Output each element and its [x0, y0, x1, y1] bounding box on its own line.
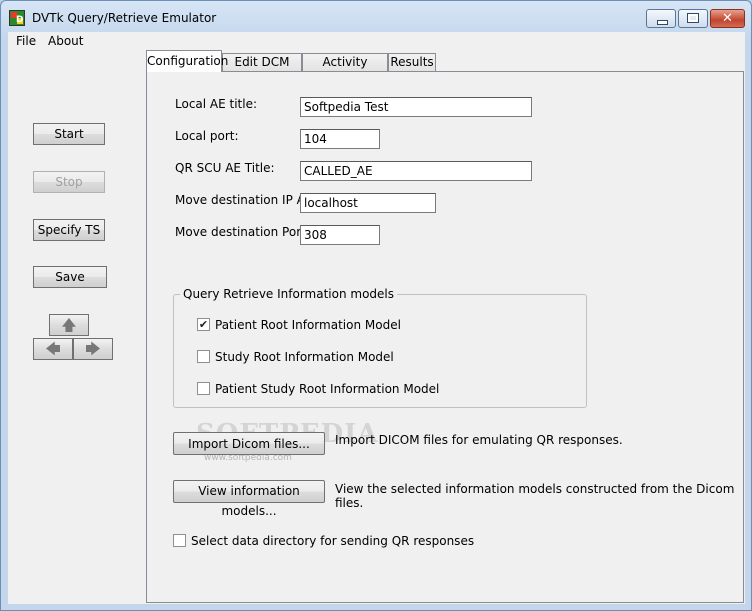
qr-scu-ae-title-input[interactable]: CALLED_AE [300, 161, 532, 181]
move-dest-ip-input[interactable]: localhost [300, 193, 436, 213]
client-area: File About Start Stop Specify TS Save 🡅 … [8, 32, 745, 604]
menu-about[interactable]: About [48, 34, 83, 48]
study-root-checkbox[interactable] [197, 350, 210, 363]
tab-configuration[interactable]: Configuration [146, 50, 228, 72]
window-title: DVTk Query/Retrieve Emulator [32, 11, 217, 25]
arrow-left-icon: 🡄 [45, 340, 61, 358]
study-root-label: Study Root Information Model [215, 350, 394, 364]
title-bar[interactable]: D DVTk Query/Retrieve Emulator ✕ [1, 1, 751, 33]
move-dest-port-label: Move destination Port: [175, 225, 310, 239]
close-button[interactable]: ✕ [710, 9, 745, 28]
move-dest-port-input[interactable]: 308 [300, 225, 380, 245]
patient-root-label: Patient Root Information Model [215, 318, 401, 332]
stop-button[interactable]: Stop [33, 171, 105, 193]
local-port-label: Local port: [175, 129, 239, 143]
import-dicom-description: Import DICOM files for emulating QR resp… [335, 433, 623, 447]
local-port-input[interactable]: 104 [300, 129, 380, 149]
arrow-right-icon: 🡆 [85, 340, 101, 358]
tab-edit-dcm-files[interactable]: Edit DCM Files [222, 53, 302, 86]
close-icon: ✕ [722, 11, 733, 26]
qr-scu-ae-title-label: QR SCU AE Title: [175, 161, 275, 175]
patient-study-root-label: Patient Study Root Information Model [215, 382, 440, 396]
local-ae-title-input[interactable]: Softpedia Test [300, 97, 532, 117]
tab-results[interactable]: Results [388, 53, 436, 71]
data-directory-checkbox[interactable] [173, 534, 186, 547]
patient-study-root-checkbox[interactable] [197, 382, 210, 395]
move-up-button[interactable]: 🡅 [49, 314, 89, 336]
arrow-up-icon: 🡅 [61, 316, 77, 334]
move-right-button[interactable]: 🡆 [73, 338, 113, 360]
minimize-icon [657, 20, 668, 25]
view-models-description: View the selected information models con… [335, 482, 735, 510]
move-left-button[interactable]: 🡄 [33, 338, 73, 360]
maximize-button[interactable] [678, 9, 708, 28]
data-directory-label: Select data directory for sending QR res… [191, 534, 475, 548]
view-models-button[interactable]: View information models... [173, 480, 325, 518]
save-button[interactable]: Save [33, 266, 107, 288]
app-icon: D [9, 10, 25, 26]
maximize-icon [687, 13, 699, 23]
information-models-group-title: Query Retrieve Information models [180, 287, 398, 301]
import-dicom-button[interactable]: Import Dicom files... [173, 432, 325, 455]
local-ae-title-label: Local AE title: [175, 97, 258, 111]
minimize-button[interactable] [646, 9, 676, 28]
menu-bar: File About [8, 32, 745, 50]
tab-activity-logging[interactable]: Activity Logging [302, 53, 388, 86]
patient-root-checkbox[interactable]: ✔ [197, 318, 210, 331]
start-button[interactable]: Start [33, 123, 105, 145]
menu-file[interactable]: File [16, 34, 36, 48]
app-window: D DVTk Query/Retrieve Emulator ✕ File Ab… [0, 0, 752, 611]
specify-ts-button[interactable]: Specify TS [33, 219, 105, 241]
